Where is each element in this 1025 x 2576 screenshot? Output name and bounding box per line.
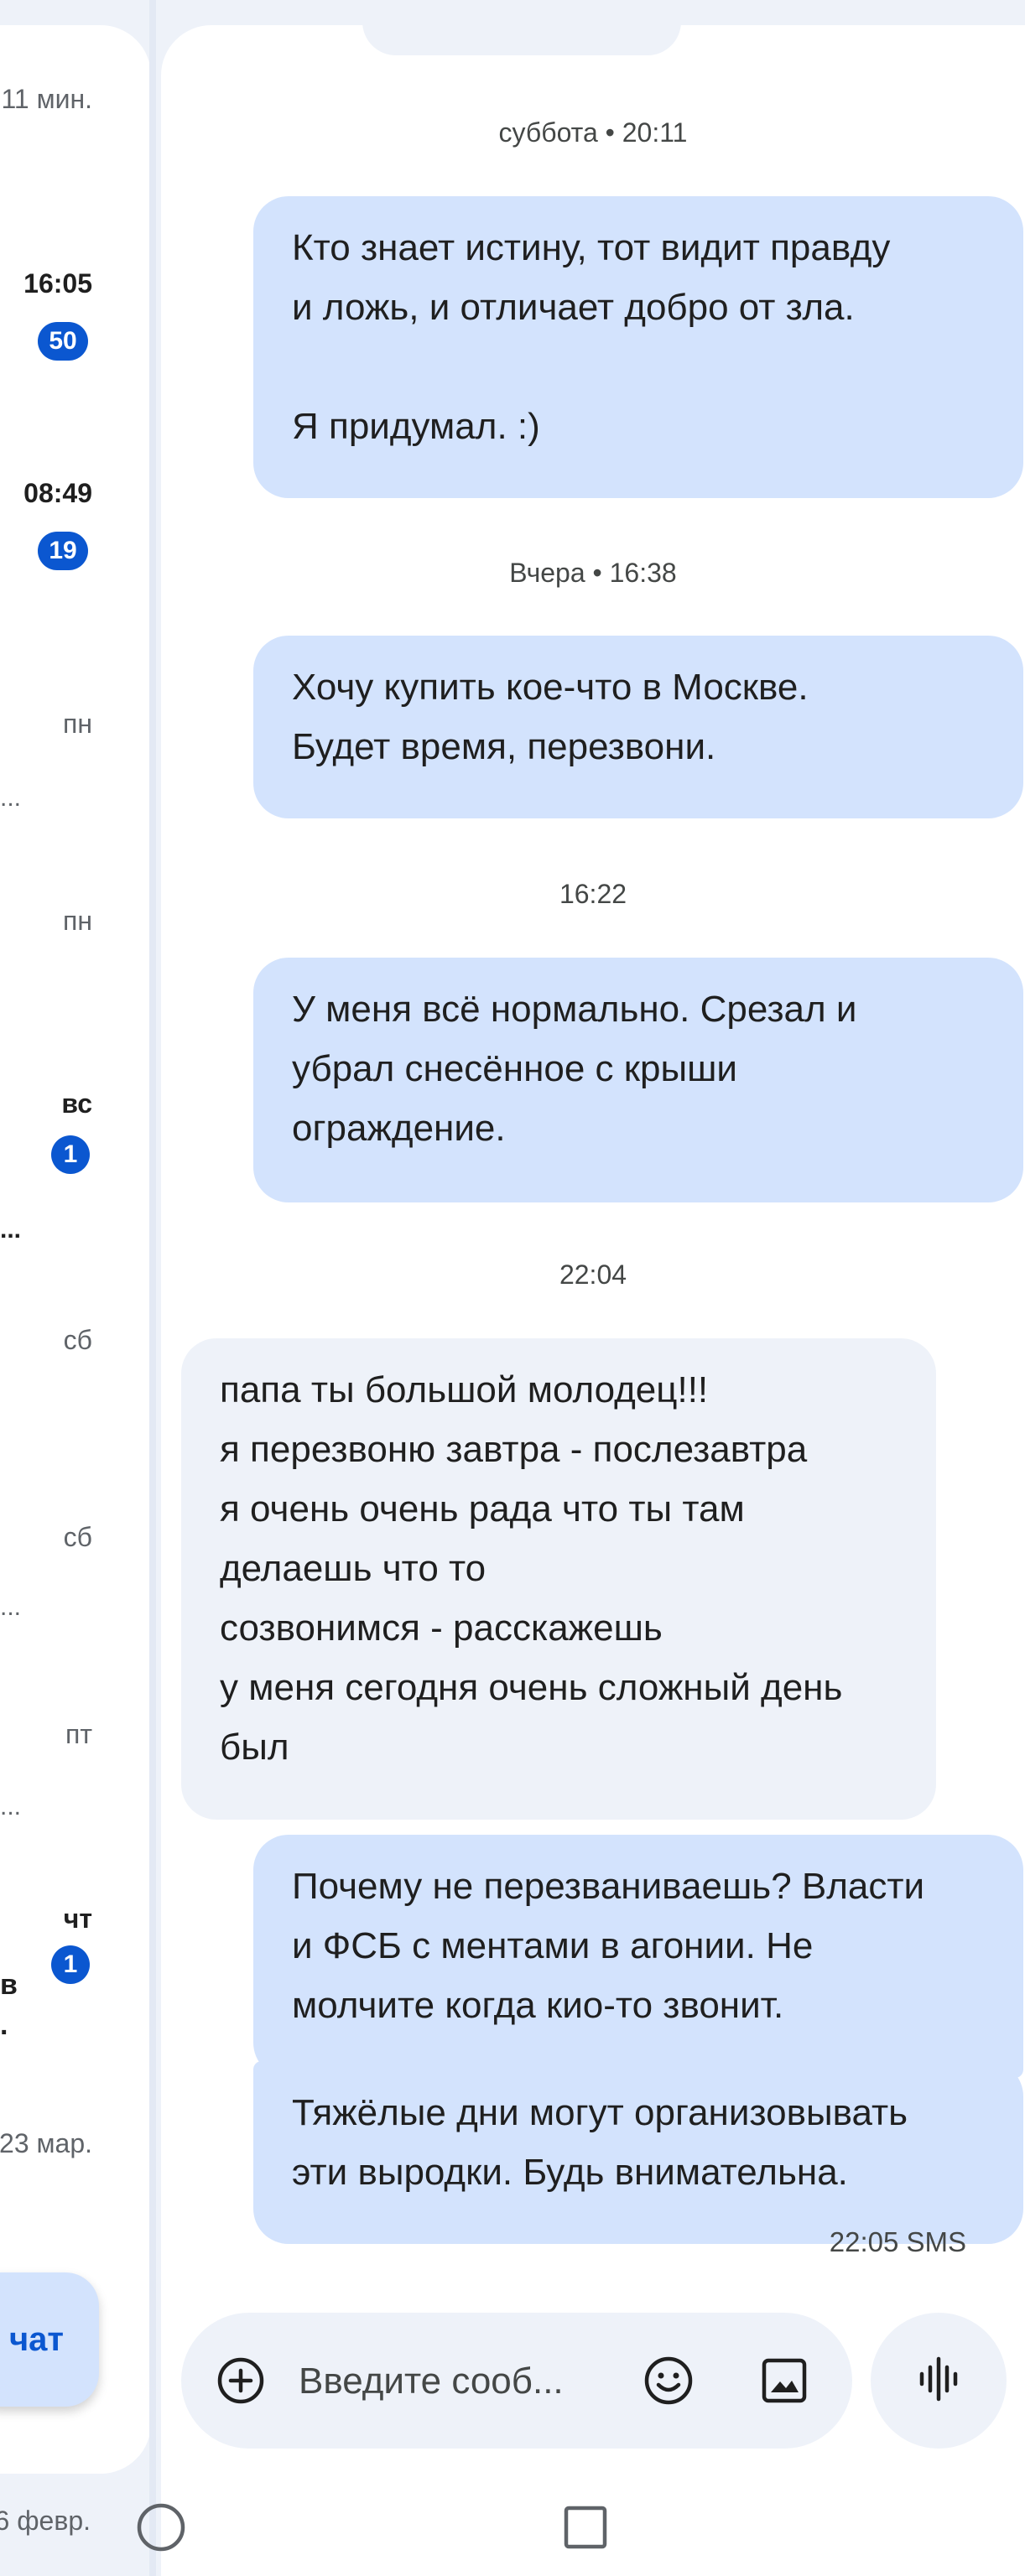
conversation-panel: суббота • 20:11 Кто знает истину, тот ви… [161, 22, 1025, 2576]
list-item[interactable]: вс [61, 1088, 92, 1119]
list-item[interactable]: сб [64, 1325, 92, 1356]
conversation-time: вс [61, 1088, 92, 1119]
conversation-list-panel: 11 мин. 16:05 50 08:49 19 пн ... пн вс 1… [0, 0, 151, 2576]
message-status: 22:05 SMS [829, 2226, 966, 2257]
conversation-list: 11 мин. 16:05 50 08:49 19 пн ... пн вс 1… [0, 25, 151, 2474]
list-item[interactable]: чт [64, 1903, 92, 1935]
pane-divider [149, 0, 156, 2576]
outgoing-message[interactable]: У меня всё нормально. Срезал и убрал сне… [253, 958, 1023, 1202]
snippet-fragment: в [0, 1969, 18, 2001]
list-item[interactable]: 6 февр. [0, 2506, 91, 2537]
conversation-time: 23 мар. [0, 2128, 92, 2158]
voice-waveform-icon [913, 2354, 964, 2408]
conversation-time: пт [65, 1719, 92, 1749]
new-chat-button[interactable]: чат [0, 2272, 99, 2407]
date-separator: суббота • 20:11 [498, 117, 688, 148]
outgoing-message[interactable]: Кто знает истину, тот видит правду и лож… [253, 196, 1023, 498]
conversation-time: 11 мин. [1, 84, 92, 114]
date-separator: Вчера • 16:38 [509, 558, 677, 588]
list-item[interactable]: 08:49 [23, 478, 92, 509]
new-chat-label: чат [8, 2320, 64, 2358]
add-circle-icon[interactable] [215, 2355, 267, 2411]
emoji-icon[interactable] [643, 2355, 695, 2411]
nav-recents-icon[interactable] [562, 2504, 609, 2555]
conversation-time: 16:05 [23, 268, 92, 299]
conversation-time: 6 февр. [0, 2506, 91, 2536]
snippet-ellipsis: ... [0, 1593, 22, 1621]
outgoing-message[interactable]: Тяжёлые дни могут организовывать эти выр… [253, 2061, 1023, 2244]
list-item[interactable]: пн [63, 906, 92, 937]
snippet-fragment: . [0, 2009, 8, 2041]
list-item[interactable]: пт [65, 1719, 92, 1750]
conversation-time: чт [63, 1903, 92, 1934]
top-bar-edge [362, 22, 681, 55]
outgoing-message[interactable]: Почему не перезваниваешь? Власти и ФСБ с… [253, 1835, 1023, 2078]
conversation-time: пн [63, 906, 92, 936]
message-composer [181, 2313, 852, 2449]
unread-badge: 50 [38, 322, 88, 361]
unread-badge: 1 [51, 1945, 90, 1984]
list-item[interactable]: 16:05 [23, 268, 92, 299]
snippet-ellipsis: ... [0, 784, 22, 812]
message-input[interactable] [297, 2350, 611, 2413]
unread-badge: 19 [38, 532, 88, 570]
conversation-time: 08:49 [23, 478, 92, 508]
conversation-time: сб [63, 1325, 92, 1355]
date-separator: 16:22 [559, 879, 627, 909]
snippet-ellipsis: ... [0, 1793, 22, 1820]
unread-badge: 1 [51, 1135, 90, 1174]
date-separator: 22:04 [559, 1259, 627, 1290]
incoming-message[interactable]: папа ты большой молодец!!! я перезвоню з… [181, 1338, 936, 1820]
list-item[interactable]: 11 мин. [1, 84, 92, 115]
voice-record-button[interactable] [871, 2313, 1007, 2449]
image-icon[interactable] [758, 2355, 810, 2411]
list-item[interactable]: сб [64, 1522, 92, 1553]
list-item[interactable]: пн [63, 709, 92, 740]
conversation-time: пн [63, 709, 92, 739]
snippet-ellipsis: ... [0, 1216, 22, 1244]
list-item[interactable]: 23 мар. [0, 2128, 92, 2159]
outgoing-message[interactable]: Хочу купить кое-что в Москве. Будет врем… [253, 636, 1023, 818]
conversation-time: сб [63, 1522, 92, 1552]
nav-home-icon[interactable] [136, 2502, 186, 2557]
